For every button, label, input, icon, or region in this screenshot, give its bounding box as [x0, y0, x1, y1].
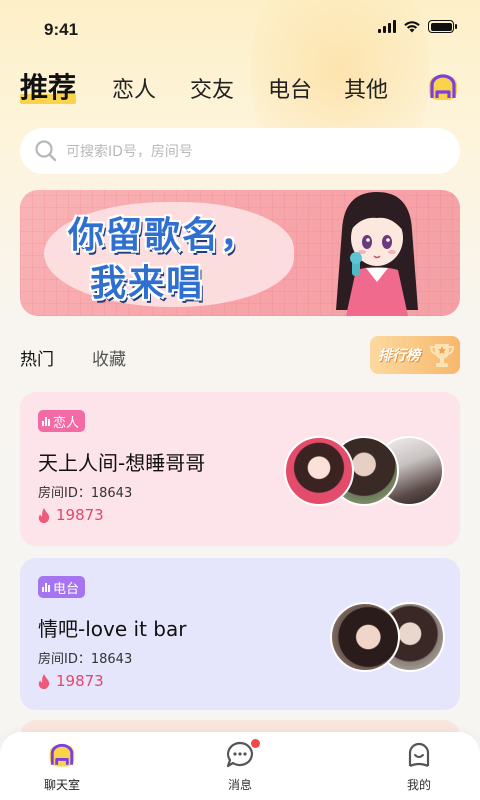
member-avatars: [284, 436, 444, 506]
nav-chat-room[interactable]: 聊天室: [22, 740, 102, 793]
room-card[interactable]: 恋人 天上人间-想睡哥哥 房间ID：18643 19873: [20, 392, 460, 546]
nav-profile-label: 我的: [406, 778, 431, 792]
room-title: 天上人间-想睡哥哥: [38, 451, 206, 475]
avatar: [330, 602, 400, 672]
profile-icon: [408, 742, 430, 768]
status-bar: 9:41: [0, 0, 480, 56]
room-tag-badge: 恋人: [38, 410, 86, 432]
status-icons: [378, 20, 457, 33]
category-tabs: 推荐 恋人 交友 电台 其他: [20, 66, 460, 112]
room-title: 情吧-love it bar: [38, 617, 187, 641]
room-heat-value: 19873: [56, 506, 104, 524]
room-tag-label: 恋人: [53, 415, 80, 431]
room-id-value: 18643: [90, 652, 133, 667]
tab-others[interactable]: 其他: [344, 72, 388, 104]
room-id: 房间ID：18643: [38, 482, 132, 501]
room-section-header: 热门 收藏 排行榜: [20, 336, 460, 376]
leaderboard-label: 排行榜: [378, 348, 420, 364]
flame-icon: [38, 673, 50, 689]
room-card[interactable]: 电台 情吧-love it bar 房间ID：18643 19873: [20, 558, 460, 710]
banner-line-1: 你留歌名，: [68, 215, 259, 256]
search-placeholder: 可搜索ID号，房间号: [66, 144, 193, 160]
chat-room-icon: [49, 743, 75, 767]
member-avatars: [330, 602, 450, 672]
unread-badge: [251, 739, 260, 748]
room-id-label: 房间ID：: [38, 486, 91, 501]
room-id: 房间ID：18643: [38, 648, 132, 667]
tab-lovers[interactable]: 恋人: [112, 72, 156, 104]
trophy-icon: [429, 344, 455, 367]
tab-friends[interactable]: 交友: [190, 72, 234, 104]
nav-chat-room-label: 聊天室: [43, 778, 80, 792]
bottom-navigation: 聊天室 消息 我的: [0, 732, 480, 800]
singing-girl-illustration: [336, 192, 418, 316]
tab-favorites[interactable]: 收藏: [92, 345, 126, 370]
cellular-signal-icon: [378, 20, 396, 33]
flame-icon: [38, 507, 50, 523]
sound-bars-icon: [42, 582, 50, 592]
tab-hot[interactable]: 热门: [20, 345, 54, 370]
leaderboard-button[interactable]: 排行榜: [370, 336, 460, 374]
nav-messages[interactable]: 消息: [200, 739, 280, 793]
room-id-label: 房间ID：: [38, 652, 91, 667]
sound-bars-icon: [42, 416, 50, 426]
room-heat: 19873: [38, 506, 104, 524]
promo-banner[interactable]: 你留歌名， 我来唱: [20, 190, 460, 316]
nav-messages-label: 消息: [227, 778, 252, 792]
avatar: [284, 436, 354, 506]
tab-radio[interactable]: 电台: [268, 72, 312, 104]
nav-profile[interactable]: 我的: [379, 740, 459, 793]
room-tag-label: 电台: [53, 581, 80, 597]
room-heat: 19873: [38, 672, 104, 690]
status-time: 9:41: [44, 20, 79, 39]
search-bar[interactable]: 可搜索ID号，房间号: [20, 128, 460, 174]
wifi-icon: [404, 21, 420, 33]
banner-line-2: 我来唱: [90, 263, 205, 304]
room-tag-badge: 电台: [38, 576, 86, 598]
tab-recommend[interactable]: 推荐: [20, 66, 77, 106]
room-id-value: 18643: [90, 486, 133, 501]
search-icon: [35, 140, 57, 162]
room-heat-value: 19873: [56, 672, 104, 690]
room-home-icon[interactable]: [426, 70, 460, 104]
tab-recommend-label: 推荐: [20, 71, 77, 104]
battery-icon: [428, 20, 457, 33]
